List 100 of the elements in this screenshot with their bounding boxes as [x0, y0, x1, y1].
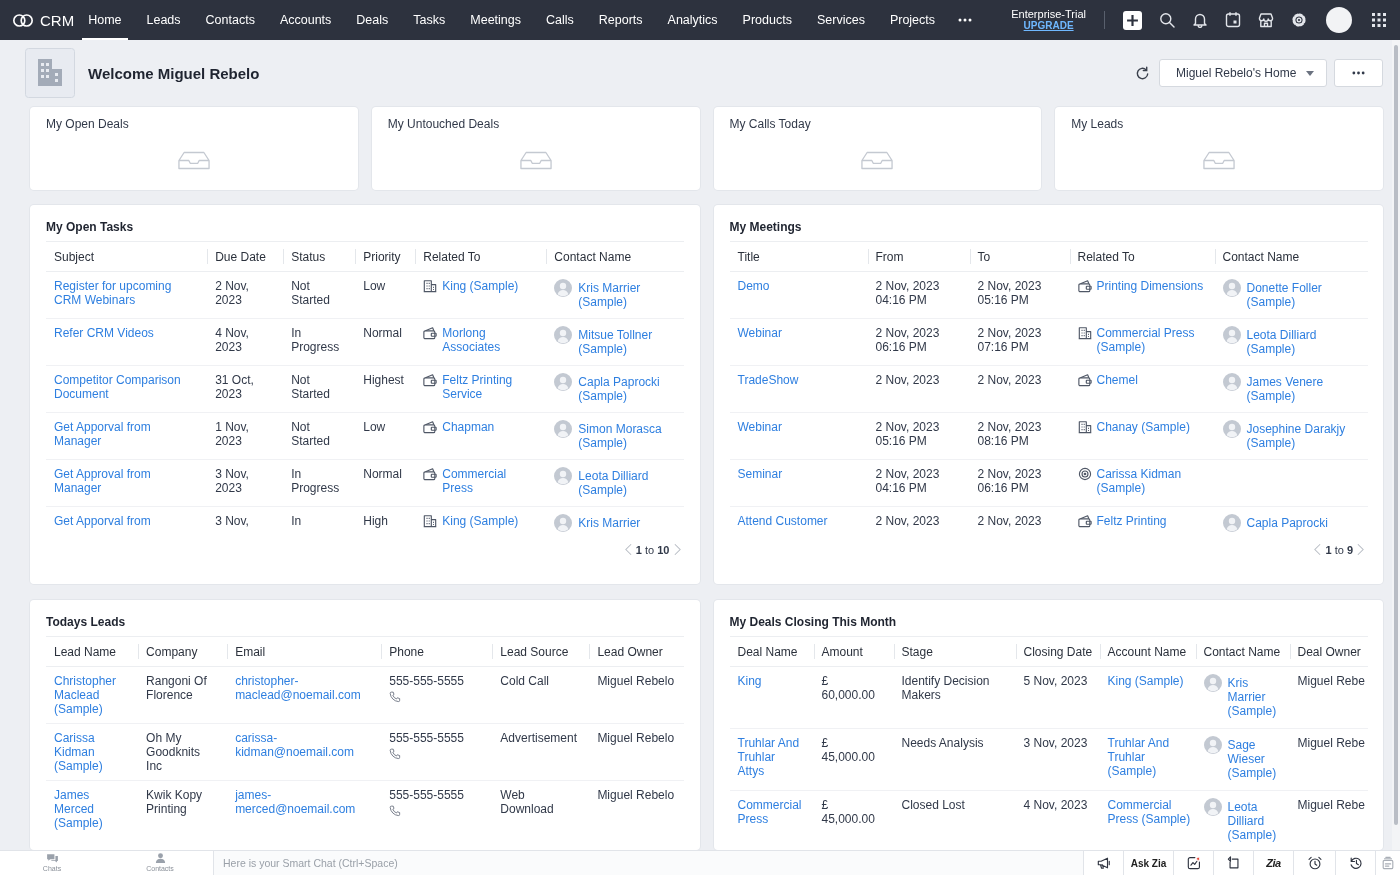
record-link[interactable]: Truhlar And Truhlar Attys	[737, 736, 804, 778]
record-link[interactable]: Commercial Press (Sample)	[1107, 798, 1192, 826]
nav-tab[interactable]: Analytics	[661, 0, 724, 40]
column-header[interactable]: Related To	[423, 249, 481, 264]
phone-icon[interactable]	[389, 748, 402, 760]
search-icon[interactable]	[1159, 12, 1175, 28]
related-link[interactable]: Morlong Associates	[442, 326, 536, 354]
record-link[interactable]: Webinar	[737, 420, 782, 434]
phone-icon[interactable]	[389, 691, 402, 703]
record-link[interactable]: james-merced@noemail.com	[235, 788, 374, 816]
column-header[interactable]: Lead Name	[54, 644, 117, 659]
column-header[interactable]: Phone	[389, 644, 424, 659]
nav-tab[interactable]: Calls	[540, 0, 580, 40]
record-link[interactable]: Seminar	[737, 467, 783, 481]
related-link[interactable]: Commercial Press	[442, 467, 536, 495]
nav-tab[interactable]: Meetings	[464, 0, 527, 40]
record-link[interactable]: Register for upcoming CRM Webinars	[54, 279, 194, 307]
contact-link[interactable]: James Venere (Sample)	[1246, 373, 1360, 403]
record-link[interactable]: Get Apporval from Manager	[54, 420, 194, 448]
nav-tab[interactable]: Products	[736, 0, 798, 40]
create-button[interactable]	[1123, 10, 1142, 30]
nav-tab[interactable]: Home	[82, 0, 128, 40]
phone-icon[interactable]	[389, 805, 402, 817]
record-link[interactable]: Get Apporval from	[54, 514, 151, 528]
nav-tab[interactable]: Leads	[140, 0, 187, 40]
storefront-icon[interactable]	[1258, 12, 1274, 28]
related-link[interactable]: Feltz Printing Service	[442, 373, 536, 401]
contact-link[interactable]: Leota Dilliard (Sample)	[1227, 798, 1282, 842]
record-link[interactable]: James Merced (Sample)	[54, 788, 127, 830]
contact-link[interactable]: Leota Dilliard (Sample)	[1246, 326, 1360, 356]
more-icon[interactable]	[958, 18, 973, 22]
contact-link[interactable]: Leota Dilliard (Sample)	[578, 467, 676, 497]
column-header[interactable]: Due Date	[215, 249, 266, 264]
record-link[interactable]: TradeShow	[737, 373, 799, 387]
column-header[interactable]: Title	[737, 249, 760, 264]
column-header[interactable]: Lead Owner	[597, 644, 663, 659]
column-header[interactable]: Related To	[1077, 249, 1135, 264]
apps-grid-icon[interactable]	[1372, 13, 1386, 27]
related-link[interactable]: Carissa Kidman (Sample)	[1096, 467, 1211, 495]
related-link[interactable]: King (Sample)	[442, 514, 519, 528]
contact-link[interactable]: Simon Morasca (Sample)	[578, 420, 676, 450]
bell-icon[interactable]	[1192, 12, 1208, 28]
nav-tab[interactable]: Deals	[350, 0, 395, 40]
related-link[interactable]: Chemel	[1096, 373, 1138, 387]
record-link[interactable]: Commercial Press	[737, 798, 804, 826]
record-link[interactable]: carissa-kidman@noemail.com	[235, 731, 374, 759]
contact-link[interactable]: Sage Wieser (Sample)	[1227, 736, 1282, 780]
contact-link[interactable]: Kris Marrier (Sample)	[578, 279, 676, 309]
record-link[interactable]: Carissa Kidman (Sample)	[54, 731, 127, 773]
column-header[interactable]: From	[875, 249, 904, 264]
nav-tab[interactable]: Projects	[883, 0, 942, 40]
record-link[interactable]: christopher-maclead@noemail.com	[235, 674, 374, 702]
scrollbar-thumb[interactable]	[1394, 45, 1398, 825]
contact-link[interactable]: Kris Marrier	[578, 514, 641, 530]
record-link[interactable]: Refer CRM Videos	[54, 326, 154, 340]
column-header[interactable]: Lead Source	[500, 644, 569, 659]
related-link[interactable]: Feltz Printing	[1096, 514, 1167, 528]
home-view-dropdown[interactable]: Miguel Rebelo's Home	[1159, 59, 1327, 87]
contact-link[interactable]: Josephine Darakjy (Sample)	[1246, 420, 1360, 450]
brand-name[interactable]: CRM	[40, 11, 75, 29]
contact-link[interactable]: Kris Marrier (Sample)	[1227, 674, 1282, 718]
nav-tab[interactable]: Accounts	[273, 0, 338, 40]
related-link[interactable]: Chanay (Sample)	[1096, 420, 1190, 434]
upgrade-link[interactable]: UPGRADE	[1023, 20, 1074, 32]
smart-chat-field[interactable]: Here is your Smart Chat (Ctrl+Space)	[213, 851, 1083, 875]
column-header[interactable]: Account Name	[1107, 644, 1187, 659]
settings-icon[interactable]	[1291, 12, 1307, 28]
refresh-icon[interactable]	[1135, 65, 1150, 81]
column-header[interactable]: Closing Date	[1023, 644, 1093, 659]
column-header[interactable]: Deal Owner	[1297, 644, 1361, 659]
column-header[interactable]: Status	[291, 249, 326, 264]
column-header[interactable]: Contact Name	[1203, 644, 1281, 659]
contact-link[interactable]: Capla Paprocki (Sample)	[578, 373, 676, 403]
record-link[interactable]: Get Approval from Manager	[54, 467, 194, 495]
column-header[interactable]: Priority	[363, 249, 401, 264]
nav-tab[interactable]: Services	[810, 0, 871, 40]
contact-link[interactable]: Mitsue Tollner (Sample)	[578, 326, 676, 356]
record-link[interactable]: Demo	[737, 279, 770, 293]
record-link[interactable]: King	[737, 674, 762, 688]
column-header[interactable]: Amount	[821, 644, 863, 659]
related-link[interactable]: Printing Dimensions	[1096, 279, 1204, 293]
column-header[interactable]: Stage	[901, 644, 933, 659]
logo-icon[interactable]	[12, 12, 34, 28]
calendar-icon[interactable]	[1225, 12, 1241, 28]
nav-tab[interactable]: Reports	[592, 0, 649, 40]
record-link[interactable]: Attend Customer	[737, 514, 828, 528]
column-header[interactable]: Company	[146, 644, 198, 659]
record-link[interactable]: Christopher Maclead (Sample)	[54, 674, 127, 716]
record-link[interactable]: Competitor Comparison Document	[54, 373, 194, 401]
column-header[interactable]: Deal Name	[737, 644, 798, 659]
scrollbar[interactable]	[1392, 40, 1400, 850]
record-link[interactable]: King (Sample)	[1107, 674, 1184, 688]
nav-tab[interactable]: Contacts	[199, 0, 261, 40]
column-header[interactable]: Email	[235, 644, 266, 659]
nav-tab[interactable]: Tasks	[407, 0, 452, 40]
contact-link[interactable]: Donette Foller (Sample)	[1246, 279, 1360, 309]
related-link[interactable]: King (Sample)	[442, 279, 519, 293]
column-header[interactable]: To	[977, 249, 991, 264]
related-link[interactable]: Chapman	[442, 420, 495, 434]
record-link[interactable]: Webinar	[737, 326, 782, 340]
